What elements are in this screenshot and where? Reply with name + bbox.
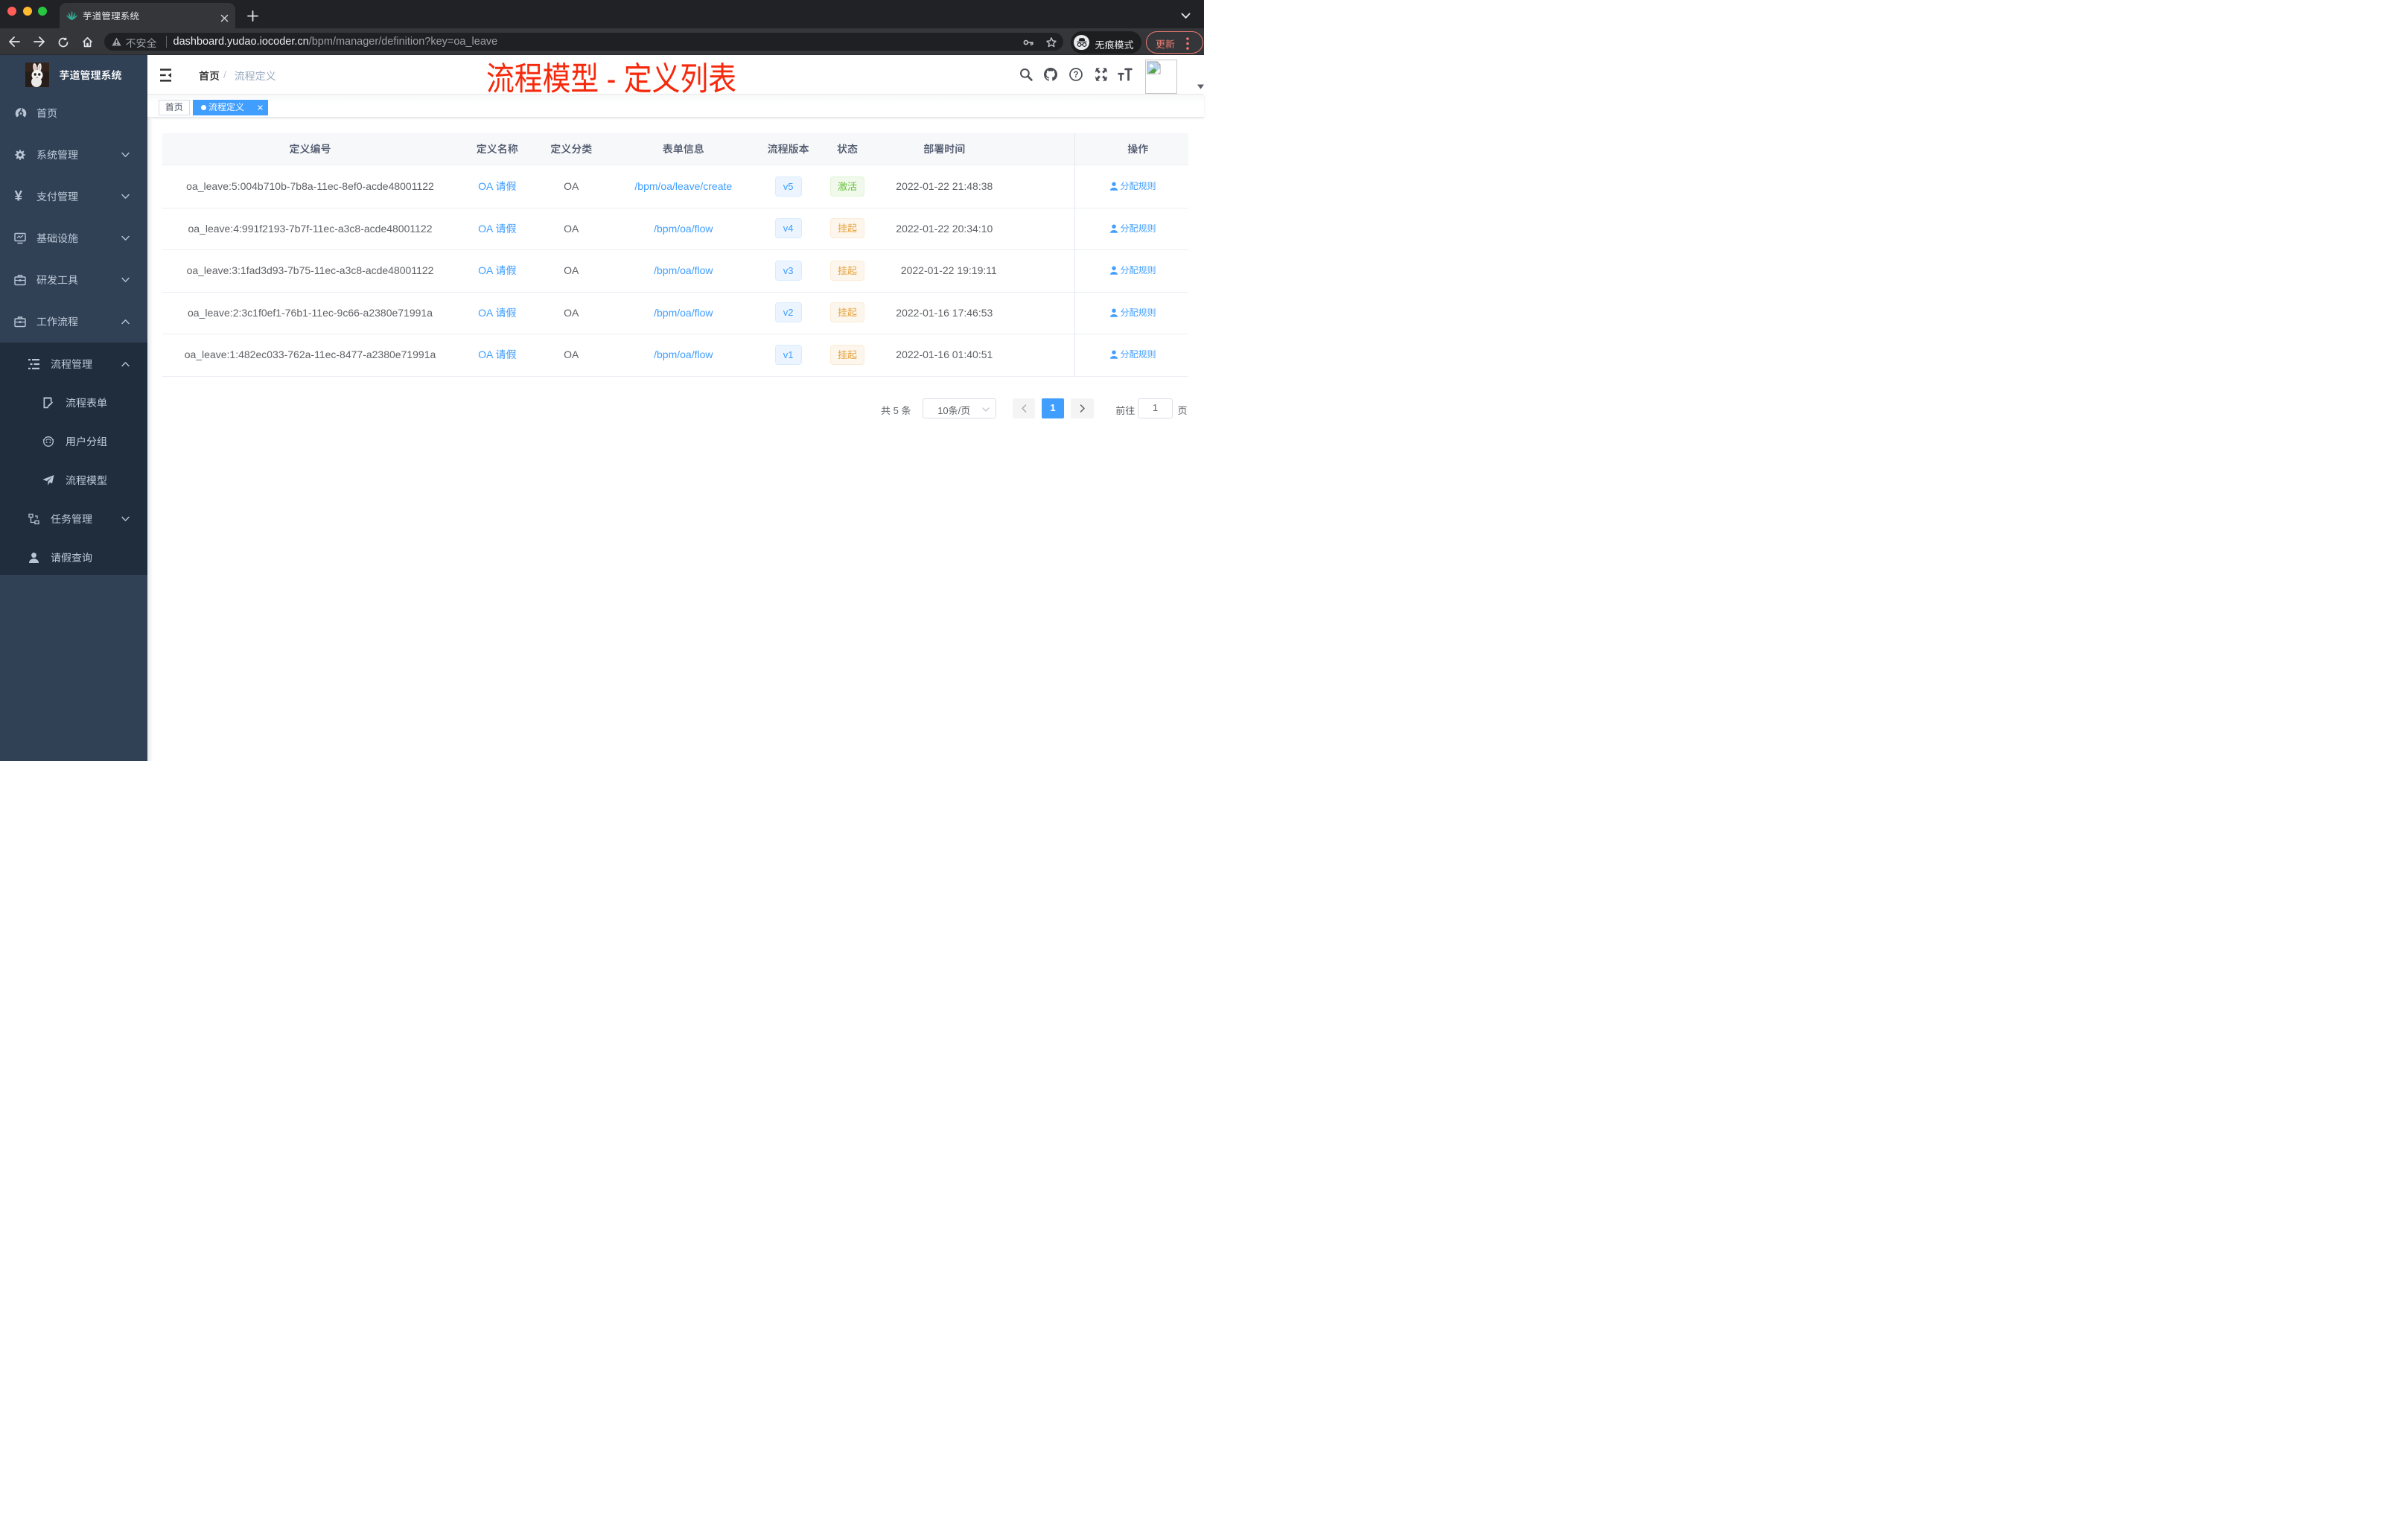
svg-text:?: ? (1073, 71, 1078, 80)
